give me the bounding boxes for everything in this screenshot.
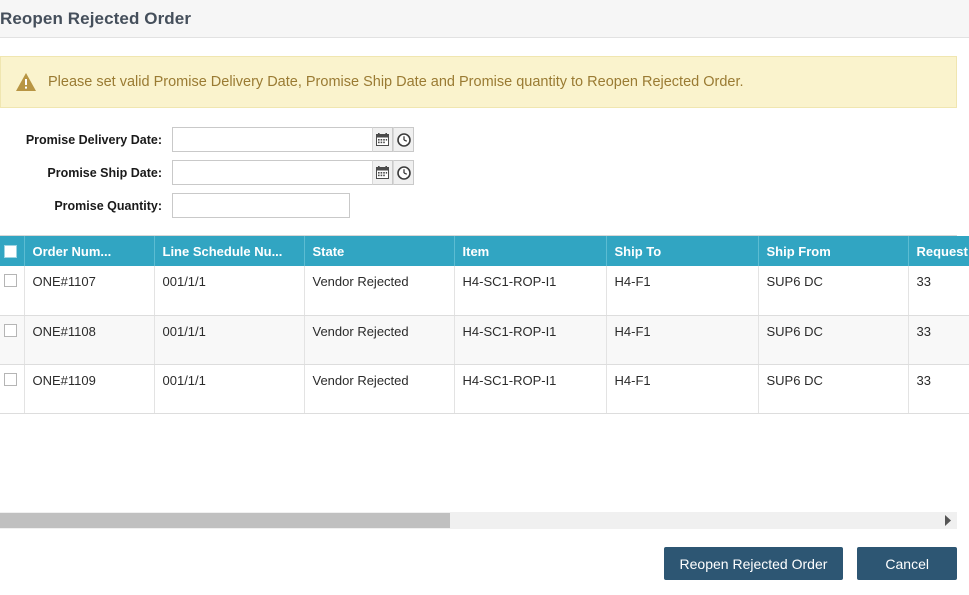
- table-header-row: Order Num... Line Schedule Nu... State I…: [0, 236, 969, 266]
- reopen-rejected-order-button[interactable]: Reopen Rejected Order: [663, 547, 844, 580]
- scrollbar-thumb[interactable]: [0, 513, 450, 528]
- cell-item: H4-SC1-ROP-I1: [454, 315, 607, 365]
- clock-icon[interactable]: [393, 160, 414, 185]
- form-row-promise-delivery-date: Promise Delivery Date:: [2, 124, 957, 155]
- promise-form: Promise Delivery Date: Promise Ship Date…: [0, 124, 957, 221]
- table-row[interactable]: ONE#1107 001/1/1 Vendor Rejected H4-SC1-…: [0, 266, 969, 316]
- row-checkbox[interactable]: [4, 323, 17, 337]
- column-header-ship-from[interactable]: Ship From: [758, 236, 909, 266]
- cell-line-schedule-number: 001/1/1: [154, 364, 305, 414]
- cancel-button[interactable]: Cancel: [857, 547, 957, 580]
- cell-state: Vendor Rejected: [304, 364, 455, 414]
- promise-quantity-label: Promise Quantity:: [54, 198, 162, 213]
- form-row-promise-ship-date: Promise Ship Date:: [2, 157, 957, 188]
- warning-message: Please set valid Promise Delivery Date, …: [48, 74, 744, 90]
- cell-state: Vendor Rejected: [304, 315, 455, 365]
- rejected-orders-grid: Order Num... Line Schedule Nu... State I…: [0, 235, 969, 414]
- select-all-header: [0, 236, 25, 266]
- form-row-promise-quantity: Promise Quantity:: [2, 190, 957, 221]
- cell-order-number: ONE#1108: [24, 315, 155, 365]
- cell-item: H4-SC1-ROP-I1: [454, 266, 607, 316]
- promise-quantity-control: [172, 193, 350, 218]
- grid-horizontal-scrollbar[interactable]: [0, 512, 957, 529]
- column-header-line-schedule-number[interactable]: Line Schedule Nu...: [154, 236, 305, 266]
- cell-request-quantity: 33: [908, 364, 969, 414]
- row-checkbox[interactable]: [4, 372, 17, 386]
- cell-order-number: ONE#1109: [24, 364, 155, 414]
- cell-request-quantity: 33: [908, 315, 969, 365]
- warning-banner: Please set valid Promise Delivery Date, …: [0, 56, 957, 108]
- promise-delivery-date-control: [172, 127, 414, 152]
- cell-ship-from: SUP6 DC: [758, 364, 909, 414]
- cell-ship-to: H4-F1: [606, 266, 759, 316]
- cell-order-number: ONE#1107: [24, 266, 155, 316]
- cell-line-schedule-number: 001/1/1: [154, 266, 305, 316]
- calendar-icon[interactable]: [372, 127, 393, 152]
- cell-ship-to: H4-F1: [606, 315, 759, 365]
- cell-request-quantity: 33: [908, 266, 969, 316]
- cell-line-schedule-number: 001/1/1: [154, 315, 305, 365]
- column-header-request-quantity[interactable]: Request Quan: [908, 236, 969, 266]
- row-select-cell: [0, 266, 25, 316]
- dialog-body: Please set valid Promise Delivery Date, …: [0, 56, 969, 414]
- row-select-cell: [0, 315, 25, 365]
- clock-icon[interactable]: [393, 127, 414, 152]
- promise-delivery-date-label: Promise Delivery Date:: [25, 132, 162, 147]
- dialog-title: Reopen Rejected Order: [0, 8, 192, 28]
- column-header-state[interactable]: State: [304, 236, 455, 266]
- dialog-titlebar: Reopen Rejected Order: [0, 0, 969, 38]
- table-row[interactable]: ONE#1108 001/1/1 Vendor Rejected H4-SC1-…: [0, 315, 969, 365]
- select-all-checkbox[interactable]: [4, 244, 17, 258]
- column-header-order-number[interactable]: Order Num...: [24, 236, 155, 266]
- promise-quantity-input[interactable]: [172, 193, 350, 218]
- warning-triangle-icon: [15, 72, 37, 92]
- cell-state: Vendor Rejected: [304, 266, 455, 316]
- column-header-item[interactable]: Item: [454, 236, 607, 266]
- promise-ship-date-input[interactable]: [172, 160, 372, 185]
- cell-ship-from: SUP6 DC: [758, 315, 909, 365]
- row-checkbox[interactable]: [4, 274, 17, 287]
- calendar-icon[interactable]: [372, 160, 393, 185]
- cell-ship-to: H4-F1: [606, 364, 759, 414]
- promise-ship-date-label: Promise Ship Date:: [47, 165, 162, 180]
- promise-ship-date-control: [172, 160, 414, 185]
- triangle-right-icon[interactable]: [941, 512, 955, 529]
- dialog-footer: Reopen Rejected Order Cancel: [663, 547, 957, 580]
- table-row[interactable]: ONE#1109 001/1/1 Vendor Rejected H4-SC1-…: [0, 364, 969, 414]
- cell-ship-from: SUP6 DC: [758, 266, 909, 316]
- promise-delivery-date-input[interactable]: [172, 127, 372, 152]
- row-select-cell: [0, 364, 25, 414]
- reopen-rejected-order-dialog: Reopen Rejected Order Please set valid P…: [0, 0, 969, 595]
- column-header-ship-to[interactable]: Ship To: [606, 236, 759, 266]
- cell-item: H4-SC1-ROP-I1: [454, 364, 607, 414]
